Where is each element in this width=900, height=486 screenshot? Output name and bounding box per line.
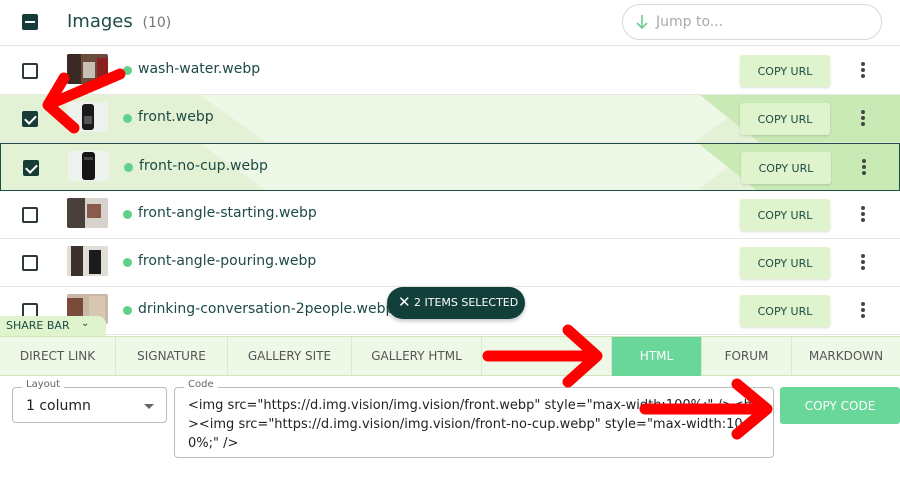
image-row[interactable]: front-no-cup.webp COPY URL <box>0 143 900 191</box>
tab-blank[interactable] <box>482 337 612 376</box>
tab-html[interactable]: HTML <box>612 337 702 376</box>
more-vert-icon[interactable] <box>855 61 871 81</box>
chevron-down-icon: ⌄ <box>81 318 90 329</box>
more-vert-icon[interactable] <box>855 109 871 129</box>
file-name[interactable]: drinking-conversation-2people.webp <box>138 301 394 317</box>
code-text[interactable]: <img src="https://d.img.vision/img.visio… <box>188 396 764 453</box>
copy-url-button[interactable]: COPY URL <box>740 295 830 327</box>
status-dot-icon <box>123 210 132 219</box>
row-checkbox[interactable] <box>23 160 39 176</box>
selection-count: 2 ITEMS SELECTED <box>414 296 519 309</box>
jump-to-search[interactable]: Jump to... <box>622 4 882 40</box>
title-text: Images <box>67 11 133 32</box>
image-row[interactable]: wash-water.webp COPY URL <box>0 47 900 95</box>
close-icon[interactable]: ✕ <box>398 293 411 311</box>
row-checkbox[interactable] <box>22 111 38 127</box>
tab-gallery-html[interactable]: GALLERY HTML <box>352 337 482 376</box>
code-field[interactable]: Code <img src="https://d.img.vision/img.… <box>174 379 774 458</box>
tab-direct-link[interactable]: DIRECT LINK <box>0 337 116 376</box>
share-bar-toggle[interactable]: SHARE BAR ⌄ <box>0 316 106 336</box>
copy-url-button[interactable]: COPY URL <box>740 247 830 279</box>
clear-selection-chip[interactable]: ✕ 2 ITEMS SELECTED <box>387 287 525 319</box>
row-checkbox[interactable] <box>22 255 38 271</box>
image-row[interactable]: front.webp COPY URL <box>0 95 900 143</box>
copy-code-button[interactable]: COPY CODE <box>780 387 900 424</box>
tab-markdown[interactable]: MARKDOWN <box>792 337 900 376</box>
image-row[interactable]: front-angle-pouring.webp COPY URL <box>0 239 900 287</box>
status-dot-icon <box>124 163 133 172</box>
status-dot-icon <box>123 258 132 267</box>
copy-url-button[interactable]: COPY URL <box>741 152 831 184</box>
row-highlight <box>201 144 761 190</box>
copy-url-button[interactable]: COPY URL <box>740 55 830 87</box>
status-dot-icon <box>123 114 132 123</box>
row-checkbox[interactable] <box>22 207 38 223</box>
tab-gallery-site[interactable]: GALLERY SITE <box>228 337 352 376</box>
thumbnail <box>67 246 108 276</box>
tab-signature[interactable]: SIGNATURE <box>116 337 228 376</box>
thumbnail <box>67 198 108 228</box>
dropdown-caret-icon <box>144 404 154 409</box>
arrow-down-icon <box>636 15 648 30</box>
images-header: Images (10) Jump to... <box>0 0 900 46</box>
copy-url-button[interactable]: COPY URL <box>740 103 830 135</box>
file-name[interactable]: front-no-cup.webp <box>139 158 268 174</box>
share-tabs: DIRECT LINK SIGNATURE GALLERY SITE GALLE… <box>0 336 900 376</box>
select-all-checkbox[interactable] <box>22 14 38 30</box>
thumbnail <box>68 151 109 181</box>
status-dot-icon <box>123 306 132 315</box>
thumbnail <box>67 102 108 132</box>
file-name[interactable]: front-angle-starting.webp <box>138 205 317 221</box>
file-name[interactable]: front-angle-pouring.webp <box>138 253 316 269</box>
thumbnail <box>67 54 108 84</box>
status-dot-icon <box>123 66 132 75</box>
layout-select[interactable]: Layout 1 column <box>12 379 167 423</box>
file-name[interactable]: front.webp <box>138 109 214 125</box>
layout-value: 1 column <box>26 398 91 414</box>
more-vert-icon[interactable] <box>856 158 872 178</box>
jump-placeholder: Jump to... <box>656 14 724 30</box>
code-label: Code <box>184 379 218 390</box>
page-title: Images (10) <box>67 11 171 32</box>
more-vert-icon[interactable] <box>855 205 871 225</box>
row-checkbox[interactable] <box>22 63 38 79</box>
image-count: (10) <box>142 15 172 31</box>
more-vert-icon[interactable] <box>855 253 871 273</box>
share-bar-label: SHARE BAR <box>6 319 70 332</box>
copy-url-button[interactable]: COPY URL <box>740 199 830 231</box>
layout-label: Layout <box>22 379 64 390</box>
file-name[interactable]: wash-water.webp <box>138 61 260 77</box>
tab-forum[interactable]: FORUM <box>702 337 792 376</box>
more-vert-icon[interactable] <box>855 301 871 321</box>
row-highlight <box>200 95 760 142</box>
image-row[interactable]: front-angle-starting.webp COPY URL <box>0 191 900 239</box>
